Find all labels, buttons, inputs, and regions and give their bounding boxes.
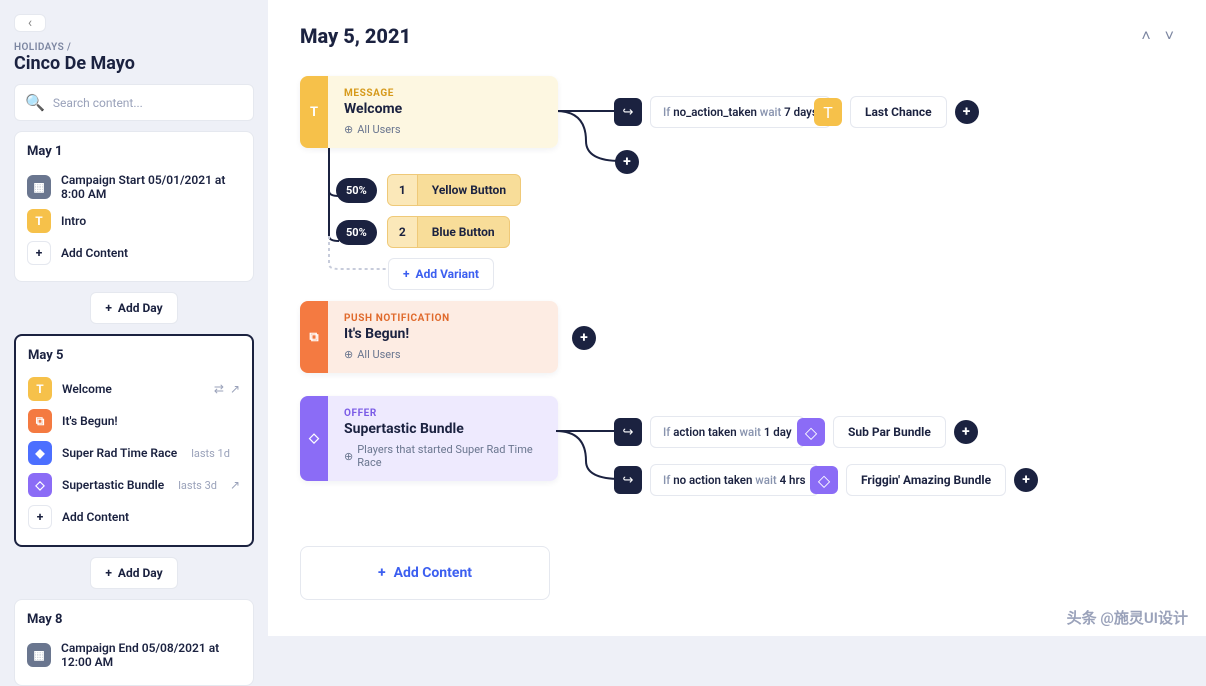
node-push[interactable]: ⧉ PUSH NOTIFICATION It's Begun! ⊕All Use… [300,301,558,373]
calendar-icon: ▦ [27,643,51,667]
main-canvas: May 5, 2021 ˄ ˅ T MESSAGE Welcome ⊕All U… [268,0,1206,636]
node-title: Supertastic Bundle [344,421,542,437]
list-item: ▦ Campaign Start 05/01/2021 at 8:00 AM [27,169,241,205]
message-icon: T [27,209,51,233]
node-title: It's Begun! [344,326,542,342]
result[interactable]: T Last Chance + [814,96,979,128]
message-icon: T [814,98,842,126]
plus-icon: + [378,565,386,581]
arrow-icon: ↪ [614,466,642,494]
condition-box[interactable]: If action taken wait 1 day [650,416,805,448]
node-tab: T [300,76,328,148]
arrow-icon: ↪ [614,418,642,446]
result[interactable]: ◇ Sub Par Bundle + [797,416,978,448]
search-input-wrap[interactable]: 🔍 [14,84,254,121]
arrow-icon: ↪ [614,98,642,126]
list-item[interactable]: T Intro [27,205,241,237]
condition[interactable]: ↪ If action taken wait 1 day [614,416,805,448]
condition[interactable]: ↪ If no_action_taken wait 7 days [614,96,831,128]
offer-icon: ◇ [300,396,328,481]
add-step-button[interactable]: + [954,420,978,444]
page-title: Cinco De Mayo [14,53,254,74]
prev-day-button[interactable]: ˄ [1141,26,1150,46]
back-button[interactable]: ‹ [14,14,46,32]
node-message[interactable]: T MESSAGE Welcome ⊕All Users [300,76,558,148]
list-item[interactable]: T Welcome ⇄↗ [28,373,240,405]
day-label: May 1 [27,144,241,159]
event-icon: ◆ [28,441,52,465]
add-day-button[interactable]: +Add Day [90,557,177,589]
add-step-button[interactable]: + [572,326,596,350]
day-card-may-8[interactable]: May 8 ▦ Campaign End 05/08/2021 at 12:00… [14,599,254,686]
day-label: May 5 [28,348,240,363]
condition-box[interactable]: If no_action_taken wait 7 days [650,96,831,128]
condition[interactable]: ↪ If no action taken wait 4 hrs [614,464,819,496]
split-icon[interactable]: ⇄ [214,382,224,396]
breadcrumb: HOLIDAYS / [14,42,254,53]
watermark: 头条 @施灵UI设计 [1067,607,1188,628]
list-item[interactable]: ⧉ It's Begun! [28,405,240,437]
push-icon: ⧉ [28,409,52,433]
list-item: ▦ Campaign End 05/08/2021 at 12:00 AM [27,637,241,673]
add-step-button[interactable]: + [1014,468,1038,492]
node-kicker: MESSAGE [344,88,542,99]
list-item[interactable]: ◇ Supertastic Bundle lasts 3d ↗ [28,469,240,501]
day-card-may-5[interactable]: May 5 T Welcome ⇄↗ ⧉ It's Begun! ◆ Super… [14,334,254,547]
day-card-may-1[interactable]: May 1 ▦ Campaign Start 05/01/2021 at 8:0… [14,131,254,282]
plus-icon: + [403,267,410,281]
push-icon: ⧉ [300,301,328,373]
list-item[interactable]: ◆ Super Rad Time Race lasts 1d [28,437,240,469]
calendar-icon: ▦ [27,175,51,199]
add-branch-button[interactable]: + [615,150,639,174]
add-content-button[interactable]: + Add Content [28,501,240,533]
result[interactable]: ◇ Friggin' Amazing Bundle + [810,464,1038,496]
offer-icon: ◇ [810,466,838,494]
target-icon: ⊕ [344,123,353,136]
offer-icon: ◇ [28,473,52,497]
target-icon: ⊕ [344,450,353,463]
add-step-button[interactable]: + [955,100,979,124]
variant-row[interactable]: 50% 2Blue Button [336,216,510,248]
node-title: Welcome [344,101,542,117]
share-icon[interactable]: ↗ [230,478,240,492]
search-icon: 🔍 [25,93,45,112]
variant-row[interactable]: 50% 1Yellow Button [336,174,521,206]
add-variant-button[interactable]: +Add Variant [388,258,494,290]
add-content-button[interactable]: + Add Content [27,237,241,269]
message-icon: T [28,377,52,401]
day-label: May 8 [27,612,241,627]
plus-icon: + [28,505,52,529]
plus-icon: + [27,241,51,265]
condition-box[interactable]: If no action taken wait 4 hrs [650,464,819,496]
target-icon: ⊕ [344,348,353,361]
next-day-button[interactable]: ˅ [1165,26,1174,46]
plus-icon: + [105,301,112,315]
share-icon[interactable]: ↗ [230,382,240,396]
search-input[interactable] [53,96,243,110]
add-day-button[interactable]: +Add Day [90,292,177,324]
canvas-date: May 5, 2021 [300,24,411,48]
node-offer[interactable]: ◇ OFFER Supertastic Bundle ⊕Players that… [300,396,558,481]
offer-icon: ◇ [797,418,825,446]
sidebar: ‹ HOLIDAYS / Cinco De Mayo 🔍 May 1 ▦ Cam… [0,0,268,636]
add-content-button[interactable]: + Add Content [300,546,550,600]
node-kicker: PUSH NOTIFICATION [344,313,542,324]
plus-icon: + [105,566,112,580]
node-kicker: OFFER [344,408,542,419]
